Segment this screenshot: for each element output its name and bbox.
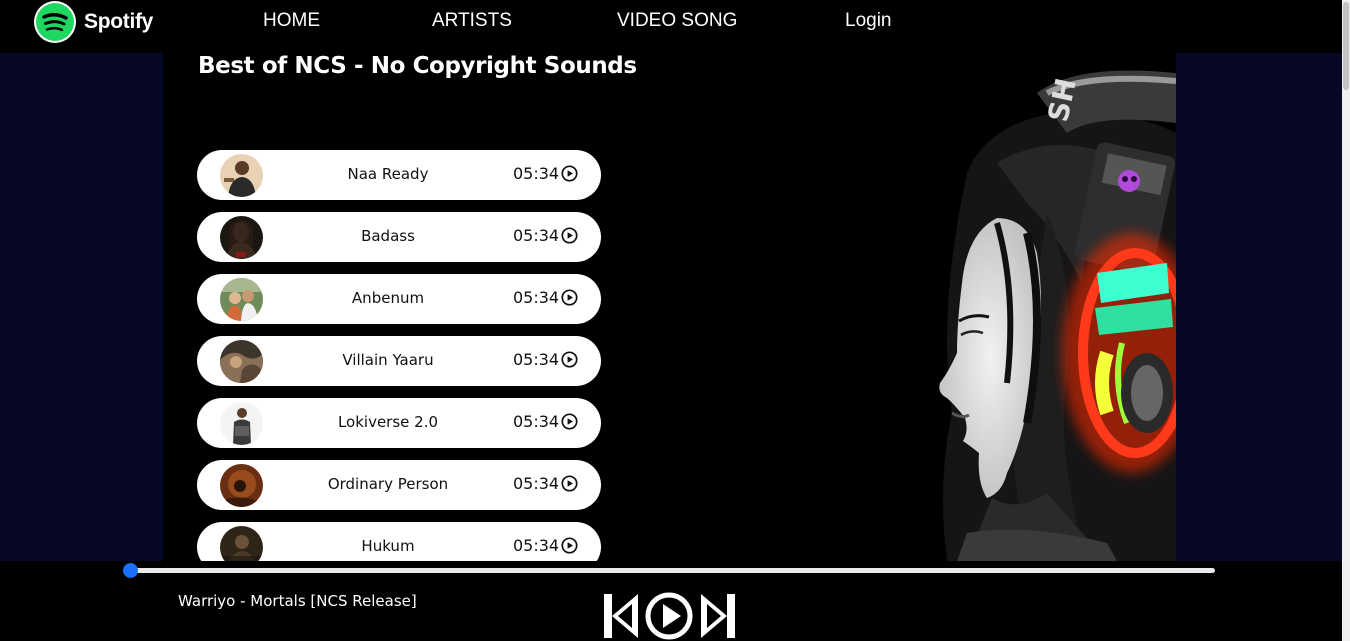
skip-previous-icon <box>604 594 638 638</box>
scrollbar-thumb[interactable] <box>1343 2 1349 90</box>
song-duration: 05:34 <box>513 536 560 555</box>
skip-next-icon <box>701 594 735 638</box>
previous-track-button[interactable] <box>604 594 638 638</box>
song-name: Villain Yaaru <box>342 351 434 369</box>
song-item-lokiverse[interactable]: Lokiverse 2.0 05:34 <box>197 398 601 448</box>
nav-login-link[interactable]: Login <box>845 10 892 32</box>
play-circle-icon[interactable] <box>561 227 578 244</box>
song-thumbnail <box>220 526 263 561</box>
play-circle-icon[interactable] <box>561 289 578 306</box>
song-thumbnail <box>220 216 263 259</box>
song-name: Ordinary Person <box>327 475 449 493</box>
spotify-logo-icon <box>34 0 76 43</box>
play-circle-icon[interactable] <box>561 537 578 554</box>
song-item-villain-yaaru[interactable]: Villain Yaaru 05:34 <box>197 336 601 386</box>
brand-name: Spotify <box>84 9 154 33</box>
page-scrollbar[interactable] <box>1342 0 1350 641</box>
song-thumbnail <box>220 402 263 445</box>
play-circle-icon[interactable] <box>561 413 578 430</box>
song-item-ordinary-person[interactable]: Ordinary Person 05:34 <box>197 460 601 510</box>
song-list: Naa Ready 05:34 Badass 05:34 Anbenum 05:… <box>197 150 601 561</box>
song-duration: 05:34 <box>513 412 560 431</box>
song-name: Badass <box>361 227 415 245</box>
song-thumbnail <box>220 154 263 197</box>
song-duration: 05:34 <box>513 164 560 183</box>
song-name: Naa Ready <box>347 165 429 183</box>
play-circle-icon[interactable] <box>561 475 578 492</box>
playlist-title: Best of NCS - No Copyright Sounds <box>198 53 637 79</box>
song-name: Lokiverse 2.0 <box>337 413 439 431</box>
song-item-naa-ready[interactable]: Naa Ready 05:34 <box>197 150 601 200</box>
next-track-button[interactable] <box>701 594 735 638</box>
song-item-anbenum[interactable]: Anbenum 05:34 <box>197 274 601 324</box>
song-item-hukum[interactable]: Hukum 05:34 <box>197 522 601 561</box>
brand[interactable]: Spotify <box>33 0 153 43</box>
song-thumbnail <box>220 340 263 383</box>
song-thumbnail <box>220 278 263 321</box>
hero-artwork-image: SH <box>907 53 1176 561</box>
music-player-bar: Warriyo - Mortals [NCS Release] <box>0 561 1342 641</box>
top-navbar: Spotify HOME ARTISTS VIDEO SONG Login <box>0 0 1342 53</box>
nav-video-song-link[interactable]: VIDEO SONG <box>617 10 737 32</box>
song-thumbnail <box>220 464 263 507</box>
now-playing-title: Warriyo - Mortals [NCS Release] <box>178 592 417 610</box>
song-duration: 05:34 <box>513 474 560 493</box>
nav-artists-link[interactable]: ARTISTS <box>432 10 512 32</box>
song-duration: 05:34 <box>513 226 560 245</box>
main-panel: Best of NCS - No Copyright Sounds Naa Re… <box>163 53 1176 561</box>
song-item-badass[interactable]: Badass 05:34 <box>197 212 601 262</box>
play-circle-icon[interactable] <box>561 165 578 182</box>
progress-slider-knob[interactable] <box>123 563 138 578</box>
song-name: Hukum <box>361 537 415 555</box>
nav-home-link[interactable]: HOME <box>263 10 320 32</box>
song-duration: 05:34 <box>513 350 560 369</box>
song-duration: 05:34 <box>513 288 560 307</box>
play-circle-icon[interactable] <box>561 351 578 368</box>
song-name: Anbenum <box>351 289 425 307</box>
play-circle-icon <box>645 592 693 640</box>
progress-bar[interactable] <box>127 568 1215 573</box>
play-pause-button[interactable] <box>645 592 693 640</box>
